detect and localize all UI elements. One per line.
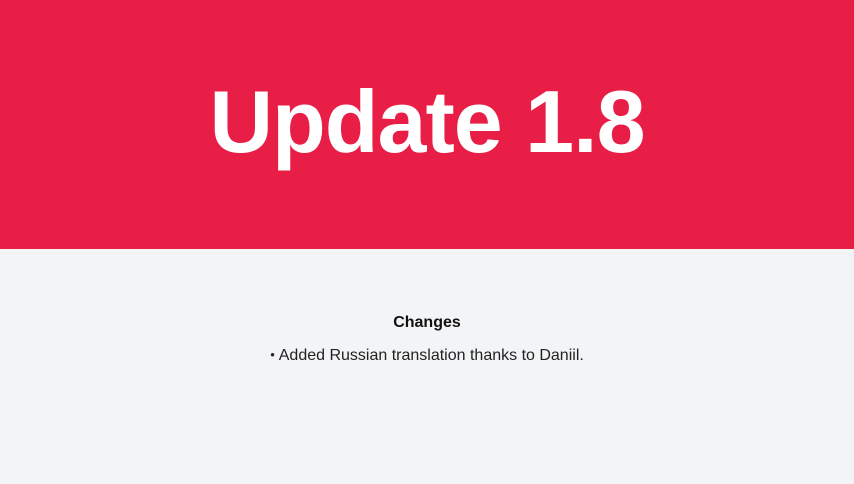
update-page: Update 1.8 Changes • Added Russian transl… bbox=[0, 0, 854, 484]
update-title: Update 1.8 bbox=[209, 71, 645, 171]
changelog-section: Changes • Added Russian translation thank… bbox=[0, 249, 854, 484]
changes-list: • Added Russian translation thanks to Dan… bbox=[0, 346, 854, 366]
bullet-icon: • bbox=[270, 347, 275, 362]
update-hero-banner: Update 1.8 bbox=[0, 0, 854, 249]
changes-heading: Changes bbox=[393, 314, 461, 331]
change-item: • Added Russian translation thanks to Dan… bbox=[0, 346, 854, 366]
change-item-text: Added Russian translation thanks to Dani… bbox=[278, 347, 584, 364]
